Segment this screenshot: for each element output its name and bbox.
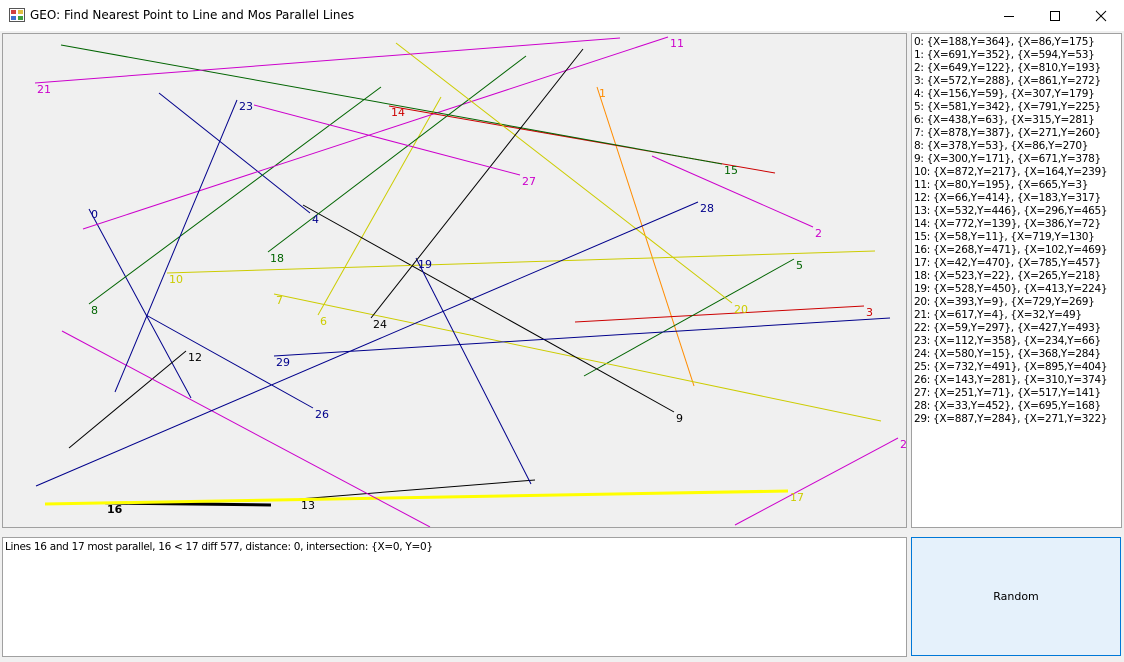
line-segment-19 [415,257,532,485]
line-segment-3 [574,305,865,323]
list-item[interactable]: 6: {X=438,Y=63}, {X=315,Y=281} [912,114,1121,127]
line-label-26: 26 [315,408,329,421]
line-segment-23 [114,99,238,393]
line-segment-25 [734,437,899,526]
list-item[interactable]: 12: {X=66,Y=414}, {X=183,Y=317} [912,192,1121,205]
list-item[interactable]: 25: {X=732,Y=491}, {X=895,Y=404} [912,361,1121,374]
list-item[interactable]: 18: {X=523,Y=22}, {X=265,Y=218} [912,270,1121,283]
list-item[interactable]: 16: {X=268,Y=471}, {X=102,Y=469} [912,244,1121,257]
random-button[interactable]: Random [911,537,1121,656]
list-item[interactable]: 14: {X=772,Y=139}, {X=386,Y=72} [912,218,1121,231]
line-label-21: 21 [37,83,51,96]
line-label-10: 10 [169,273,183,286]
list-item[interactable]: 5: {X=581,Y=342}, {X=791,Y=225} [912,101,1121,114]
list-item[interactable]: 4: {X=156,Y=59}, {X=307,Y=179} [912,88,1121,101]
list-item[interactable]: 0: {X=188,Y=364}, {X=86,Y=175} [912,36,1121,49]
list-item[interactable]: 19: {X=528,Y=450}, {X=413,Y=224} [912,283,1121,296]
title-bar[interactable]: GEO: Find Nearest Point to Line and Mos … [0,0,1124,31]
line-label-16: 16 [107,503,123,516]
result-output-box[interactable]: Lines 16 and 17 most parallel, 16 < 17 d… [2,537,907,657]
line-label-14: 14 [391,106,405,119]
list-item[interactable]: 11: {X=80,Y=195}, {X=665,Y=3} [912,179,1121,192]
line-label-18: 18 [270,252,284,265]
line-label-19: 19 [418,258,432,271]
line-segment-7 [273,293,882,422]
line-label-27: 27 [522,175,536,188]
line-segment-21 [34,37,621,84]
line-coordinates-list[interactable]: 0: {X=188,Y=364}, {X=86,Y=175} 1: {X=691,… [911,33,1122,528]
list-item[interactable]: 8: {X=378,Y=53}, {X=86,Y=270} [912,140,1121,153]
list-item[interactable]: 21: {X=617,Y=4}, {X=32,Y=49} [912,309,1121,322]
random-button-label: Random [993,590,1039,603]
list-item[interactable]: 2: {X=649,Y=122}, {X=810,Y=193} [912,62,1121,75]
list-item[interactable]: 17: {X=42,Y=470}, {X=785,Y=457} [912,257,1121,270]
line-segment-27 [253,104,521,176]
line-segment-24 [370,48,584,319]
line-label-23: 23 [239,100,253,113]
result-text: Lines 16 and 17 most parallel, 16 < 17 d… [5,541,433,553]
line-segment-15 [60,44,723,165]
list-item[interactable]: 22: {X=59,Y=297}, {X=427,Y=493} [912,322,1121,335]
line-label-1: 1 [599,87,606,100]
list-item[interactable]: 24: {X=580,Y=15}, {X=368,Y=284} [912,348,1121,361]
line-segment-8 [88,86,382,305]
window-title: GEO: Find Nearest Point to Line and Mos … [30,8,355,22]
line-label-4: 4 [312,213,319,226]
line-label-15: 15 [724,164,738,177]
line-label-24: 24 [373,318,387,331]
line-label-5: 5 [796,259,803,272]
minimize-button[interactable] [986,0,1032,31]
list-item[interactable]: 20: {X=393,Y=9}, {X=729,Y=269} [912,296,1121,309]
maximize-icon [1050,10,1060,21]
list-item[interactable]: 23: {X=112,Y=358}, {X=234,Y=66} [912,335,1121,348]
line-segment-6 [317,96,442,316]
app-icon [9,8,25,22]
minimize-icon [1004,15,1014,17]
line-label-11: 11 [670,37,684,50]
list-item[interactable]: 13: {X=532,Y=446}, {X=296,Y=465} [912,205,1121,218]
line-label-9: 9 [676,412,683,425]
line-label-13: 13 [301,499,315,512]
line-label-29: 29 [276,356,290,369]
list-item[interactable]: 15: {X=58,Y=11}, {X=719,Y=130} [912,231,1121,244]
line-segment-22 [61,330,431,527]
drawing-canvas[interactable]: 0123456789101112131415161718192021222324… [2,33,907,528]
line-label-20: 20 [734,303,748,316]
line-segment-18 [267,55,527,253]
line-segment-29 [273,317,891,357]
line-label-17: 17 [790,491,804,504]
line-segment-17 [44,489,789,506]
line-label-8: 8 [91,304,98,317]
line-label-3: 3 [866,306,873,319]
list-item[interactable]: 29: {X=887,Y=284}, {X=271,Y=322} [912,413,1121,426]
list-item[interactable]: 3: {X=572,Y=288}, {X=861,Y=272} [912,75,1121,88]
close-icon [1095,10,1107,21]
line-segment-0 [88,208,192,399]
list-item[interactable]: 9: {X=300,Y=171}, {X=671,Y=378} [912,153,1121,166]
list-item[interactable]: 26: {X=143,Y=281}, {X=310,Y=374} [912,374,1121,387]
list-item[interactable]: 27: {X=251,Y=71}, {X=517,Y=141} [912,387,1121,400]
close-button[interactable] [1078,0,1124,31]
line-label-7: 7 [276,294,283,307]
line-label-6: 6 [320,315,327,328]
line-segment-4 [158,92,311,214]
line-segment-5 [583,258,795,377]
line-label-28: 28 [700,202,714,215]
list-item[interactable]: 7: {X=878,Y=387}, {X=271,Y=260} [912,127,1121,140]
line-label-0: 0 [91,208,98,221]
list-item[interactable]: 10: {X=872,Y=217}, {X=164,Y=239} [912,166,1121,179]
line-label-12: 12 [188,351,202,364]
line-plot: 0123456789101112131415161718192021222324… [34,36,906,527]
list-item[interactable]: 1: {X=691,Y=352}, {X=594,Y=53} [912,49,1121,62]
line-label-2: 2 [815,227,822,240]
list-item[interactable]: 28: {X=33,Y=452}, {X=695,Y=168} [912,400,1121,413]
maximize-button[interactable] [1032,0,1078,31]
line-segment-11 [82,36,669,230]
line-label-25: 25 [900,438,906,451]
